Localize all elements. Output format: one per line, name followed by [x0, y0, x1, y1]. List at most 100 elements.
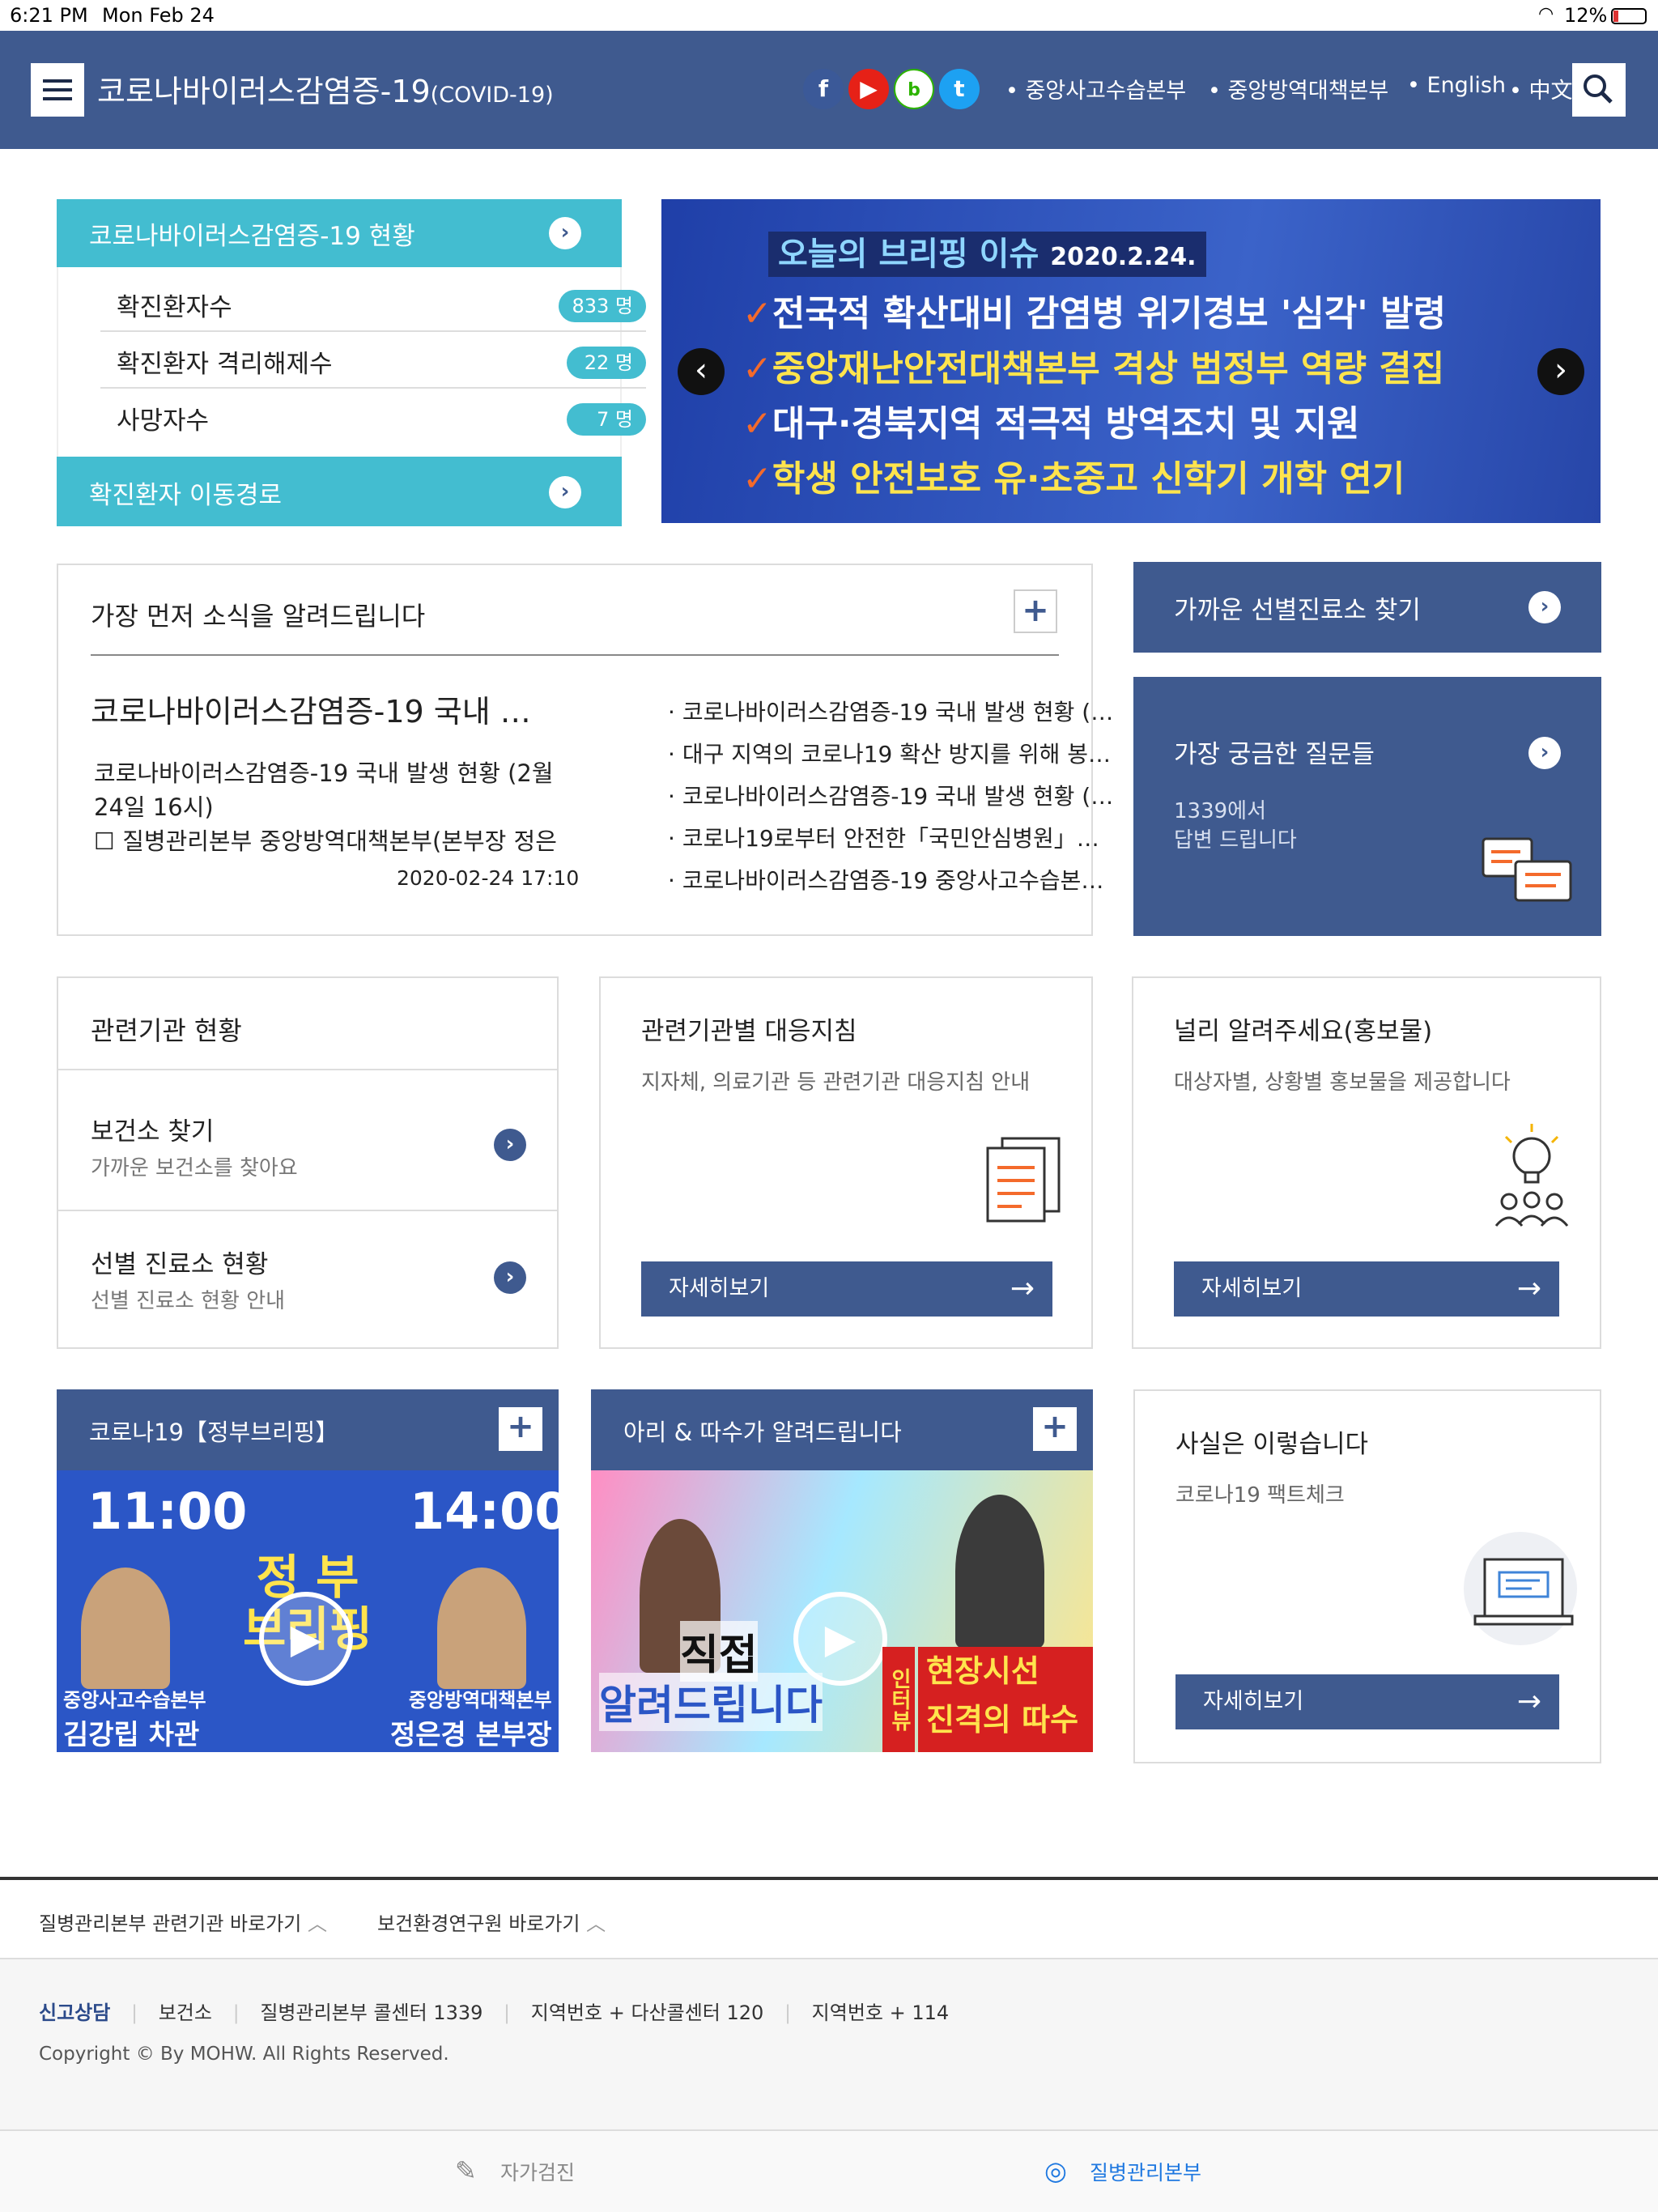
- briefing-video-thumbnail[interactable]: 11:00 14:00 정 부 브리핑 ▶ 중앙사고수습본부 김강립 차관 중앙…: [57, 1470, 559, 1752]
- site-header: 코로나바이러스감염증-19(COVID-19) f ▶ b t • 중앙사고수습…: [0, 31, 1658, 149]
- briefing-banner[interactable]: 오늘의 브리핑 이슈 2020.2.24. ✓전국적 확산대비 감염병 위기경보…: [661, 199, 1601, 523]
- ari-video-thumbnail[interactable]: 직접 알려드립니다 ▶ 인터뷰 현장시선 진격의 따수: [591, 1470, 1093, 1752]
- play-icon[interactable]: ▶: [259, 1592, 353, 1686]
- chevron-right-icon: ›: [1528, 737, 1561, 769]
- news-item-text: 대구 지역의 코로나19 확산 방지를 위해 봉…: [682, 741, 1112, 768]
- speaker-right-org: 중앙방역대책본부: [408, 1689, 552, 1712]
- speaker-left-caption: 중앙사고수습본부 김강립 차관: [63, 1684, 206, 1752]
- tab-self-check[interactable]: ✎ 자가검진: [455, 2155, 575, 2186]
- guidelines-sub: 지자체, 의료기관 등 관련기관 대응지침 안내: [641, 1070, 1031, 1095]
- contact-item: 보건소: [158, 2001, 212, 2024]
- footer-link-label: 보건환경연구원 바로가기: [377, 1912, 580, 1935]
- status-panel-header[interactable]: 코로나바이러스감염증-19 현황 ›: [57, 199, 622, 267]
- chat-bubbles-icon: [1482, 837, 1572, 902]
- agency-item-title: 선별 진료소 현황: [91, 1250, 269, 1279]
- fact-title: 사실은 이렇습니다: [1175, 1430, 1369, 1459]
- footer-link-kcdc[interactable]: 질병관리본부 관련기관 바로가기 ︿: [39, 1908, 327, 1936]
- news-list-item[interactable]: · 코로나바이러스감염증-19 국내 발생 현황 (…: [668, 779, 1118, 811]
- ari-right-title: 현장시선 진격의 따수: [918, 1647, 1093, 1752]
- tab-label: 자가검진: [500, 2161, 576, 2184]
- route-label: 확진환자 이동경로: [89, 481, 283, 510]
- route-link[interactable]: 확진환자 이동경로 ›: [57, 457, 622, 526]
- banner-line: 학생 안전보호 유·초중고 신학기 개학 연기: [772, 458, 1405, 500]
- tab-kcdc[interactable]: ◎ 질병관리본부: [1044, 2155, 1201, 2186]
- document-icon: [986, 1137, 1061, 1223]
- site-title[interactable]: 코로나바이러스감염증-19(COVID-19): [97, 66, 554, 111]
- fact-sub: 코로나19 팩트체크: [1175, 1483, 1345, 1508]
- nav-english[interactable]: • English: [1407, 73, 1506, 98]
- promo-more-button[interactable]: 자세히보기 →: [1174, 1261, 1559, 1317]
- promo-title: 널리 알려주세요(홍보물): [1174, 1017, 1433, 1046]
- tab-label: 질병관리본부: [1090, 2161, 1202, 2184]
- briefing-title: 코로나19【정부브리핑】: [89, 1419, 339, 1446]
- featured-body-line: 코로나바이러스감염증-19 국내 발생 현황 (2월: [94, 759, 554, 787]
- news-item-text: 코로나바이러스감염증-19 국내 발생 현황 (…: [682, 783, 1114, 810]
- footer-link-institute[interactable]: 보건환경연구원 바로가기 ︿: [377, 1908, 606, 1936]
- covid-status-panel: 코로나바이러스감염증-19 현황 › 확진환자수 833 명 확진환자 격리해제…: [57, 199, 646, 526]
- ari-header: 아리 & 따수가 알려드립니다 +: [591, 1389, 1093, 1470]
- site-title-main: 코로나바이러스감염증-19: [97, 74, 431, 109]
- nav-chinese[interactable]: • 中文: [1509, 73, 1573, 104]
- faq-sub-line: 1339에서: [1174, 799, 1267, 823]
- status-time: 6:21 PM: [10, 4, 88, 27]
- blog-icon[interactable]: b: [894, 69, 934, 109]
- hamburger-menu-button[interactable]: [31, 63, 84, 117]
- guidelines-title: 관련기관별 대응지침: [641, 1017, 857, 1046]
- play-icon[interactable]: ▶: [793, 1592, 887, 1686]
- more-label: 자세히보기: [1201, 1276, 1303, 1301]
- banner-prev-button[interactable]: ‹: [678, 348, 725, 395]
- ari-more-button[interactable]: +: [1033, 1407, 1077, 1451]
- guidelines-more-button[interactable]: 자세히보기 →: [641, 1261, 1052, 1317]
- news-item-text: 코로나19로부터 안전한「국민안심병원」운영: [682, 825, 1118, 852]
- briefing-header: 코로나19【정부브리핑】 +: [57, 1389, 559, 1470]
- featured-news-title[interactable]: 코로나바이러스감염증-19 국내 …: [91, 687, 576, 731]
- stat-row-deaths: 사망자수 7 명: [100, 389, 646, 445]
- chevron-right-icon: ›: [1528, 591, 1561, 623]
- battery-percent: 12%: [1564, 4, 1608, 27]
- clinic-finder-card[interactable]: 가까운 선별진료소 찾기 ›: [1133, 562, 1601, 653]
- news-list-item[interactable]: · 코로나바이러스감염증-19 국내 발생 현황 (…: [668, 695, 1118, 727]
- fact-more-button[interactable]: 자세히보기 →: [1175, 1674, 1559, 1729]
- speaker-right-photo: [437, 1568, 526, 1689]
- ari-title: 아리 & 따수가 알려드립니다: [623, 1419, 902, 1446]
- health-center-link[interactable]: 보건소 찾기 가까운 보건소를 찾아요 ›: [58, 1070, 557, 1210]
- faq-sub: 1339에서 답변 드립니다: [1174, 797, 1297, 855]
- faq-card[interactable]: 가장 궁금한 질문들 › 1339에서 답변 드립니다: [1133, 677, 1601, 936]
- banner-line: 중앙재난안전대책본부 격상 범정부 역량 결집: [772, 348, 1445, 389]
- ari-left-title-2: 알려드립니다: [599, 1673, 823, 1731]
- briefing-time-right: 14:00: [410, 1482, 559, 1541]
- news-list-item[interactable]: · 코로나바이러스감염증-19 중앙사고수습본…: [668, 863, 1118, 895]
- site-title-suffix: (COVID-19): [430, 83, 554, 108]
- news-list-item[interactable]: · 코로나19로부터 안전한「국민안심병원」운영: [668, 821, 1118, 853]
- screening-clinic-link[interactable]: 선별 진료소 현황 선별 진료소 현황 안내 ›: [58, 1211, 557, 1347]
- ari-right-title-1: 현장시선: [926, 1653, 1039, 1689]
- youtube-icon[interactable]: ▶: [848, 69, 889, 109]
- stat-value: 833 명: [559, 290, 646, 322]
- laptop-icon: [1464, 1532, 1577, 1645]
- stat-row-confirmed: 확진환자수 833 명: [100, 275, 646, 332]
- news-list-item[interactable]: · 대구 지역의 코로나19 확산 방지를 위해 봉…: [668, 737, 1118, 769]
- nav-cdsch[interactable]: • 중앙사고수습본부: [1005, 73, 1186, 104]
- status-date: Mon Feb 24: [102, 4, 215, 27]
- banner-line: 전국적 확산대비 감염병 위기경보 '심각' 발령: [772, 293, 1447, 334]
- news-item-text: 코로나바이러스감염증-19 중앙사고수습본…: [682, 867, 1104, 894]
- chevron-right-icon: ›: [494, 1261, 526, 1294]
- news-more-button[interactable]: +: [1014, 589, 1057, 633]
- facebook-icon[interactable]: f: [803, 69, 844, 109]
- wifi-icon: ◠: [1538, 4, 1554, 24]
- featured-news-body[interactable]: 코로나바이러스감염증-19 국내 발생 현황 (2월 24일 16시) ☐ 질병…: [94, 756, 580, 858]
- faq-title: 가장 궁금한 질문들: [1174, 740, 1375, 769]
- ari-video-card: 아리 & 따수가 알려드립니다 + 직접 알려드립니다 ▶ 인터뷰 현장시선 진…: [591, 1389, 1093, 1752]
- government-briefing-card: 코로나19【정부브리핑】 + 11:00 14:00 정 부 브리핑 ▶ 중앙사…: [57, 1389, 559, 1752]
- chevron-up-icon: ︿: [586, 1912, 606, 1935]
- nav-cdsch2[interactable]: • 중앙방역대책본부: [1208, 73, 1388, 104]
- search-button[interactable]: [1572, 63, 1626, 117]
- footer-info: 신고상담 | 보건소 | 질병관리본부 콜센터 1339 | 지역번호 + 다산…: [0, 1959, 1658, 2129]
- pen-icon: ✎: [455, 2155, 477, 2186]
- briefing-more-button[interactable]: +: [499, 1407, 542, 1451]
- twitter-icon[interactable]: t: [939, 69, 980, 109]
- banner-next-button[interactable]: ›: [1537, 348, 1584, 395]
- clinic-label: 가까운 선별진료소 찾기: [1174, 596, 1421, 625]
- banner-heading-box: 오늘의 브리핑 이슈 2020.2.24.: [768, 232, 1206, 277]
- presenter-right-photo: [955, 1495, 1044, 1648]
